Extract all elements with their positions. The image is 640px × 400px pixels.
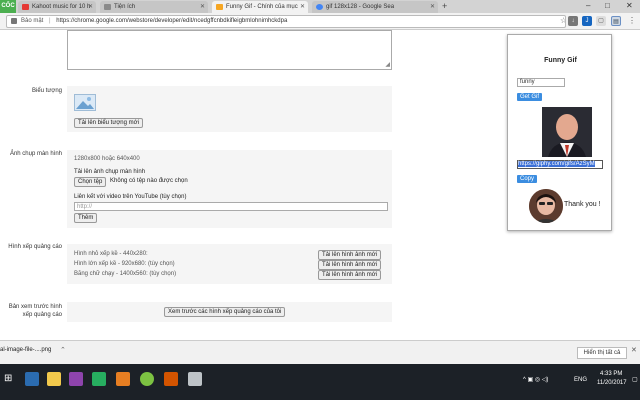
promo-section-label: Hình xếp quảng cáo [8,244,62,250]
star-icon[interactable]: ☆ [560,16,565,26]
promo-small-tile-text: Hình nhỏ xếp kề - 440x280: [74,251,148,257]
no-file-text: Không có tệp nào được chọn [110,178,188,184]
separator: | [49,18,51,24]
close-icon[interactable]: ✕ [430,1,435,13]
puzzle-icon [104,4,111,10]
clock-date[interactable]: 11/20/2017 [597,379,627,387]
image-placeholder-icon [74,94,96,111]
download-bar: al-image-file-....png ⌃ Hiển thị tất cả … [0,340,640,364]
brand-badge: CỐC [0,0,16,13]
tab-label: Kahoot music for 10 h [32,4,91,10]
chevron-up-icon[interactable]: ⌃ [60,346,66,354]
tab-extensions[interactable]: Tiện ích ✕ [100,1,208,13]
tab-label: gif 128x128 - Google Sea [326,4,395,10]
popup-title: Funny Gif [544,57,577,64]
promo-large-tile-text: Hình lớn xếp kề - 920x680: (tùy chọn) [74,261,175,267]
gif-link-text: https://giphy.com/gifs/AzSyM [518,161,595,167]
size-hint: 1280x800 hoặc 640x400 [74,156,140,162]
tab-google-search[interactable]: gif 128x128 - Google Sea ✕ [312,1,438,13]
avatar [529,189,563,223]
notification-icon[interactable]: ▢ [632,376,638,384]
app-icon[interactable] [188,372,202,386]
thank-you-text: Thank you ! [564,201,601,208]
screenshot-section-label: Ảnh chụp màn hình [9,151,62,157]
google-icon [316,4,323,10]
preview-tiles-button[interactable]: Xem trước các hình xếp quảng cáo của tôi [164,307,286,317]
upload-large-tile-button[interactable]: Tải lên hình ảnh mới [318,260,381,270]
close-icon[interactable]: ✕ [200,1,205,13]
maximize-button[interactable]: □ [605,0,610,12]
download-ext-icon[interactable]: ↓ [568,16,578,26]
tab-label: Tiện ích [114,4,136,10]
address-bar[interactable]: Bảo mật | https://chrome.google.com/webs… [6,15,566,28]
chrome-task-icon[interactable] [140,372,154,386]
tab-label: Funny Gif - Chính của mục [226,4,298,10]
tab-funny-gif[interactable]: Funny Gif - Chính của mục ✕ [212,1,308,13]
upload-small-tile-button[interactable]: Tải lên hình ảnh mới [318,250,381,260]
upload-marquee-button[interactable]: Tải lên hình ảnh mới [318,270,381,280]
resize-grip-icon[interactable]: ◢ [385,61,390,68]
browser-task-icon[interactable] [25,372,39,386]
minimize-button[interactable]: – [586,0,590,12]
icon-section-label: Biểu tượng [32,88,62,94]
app-icon[interactable] [116,372,130,386]
person-photo-icon [529,189,563,223]
menu-icon[interactable]: ⋮ [627,16,637,26]
security-label: Bảo mật [21,18,44,24]
url-text: https://chrome.google.com/webstore/devel… [56,18,288,24]
tray-icons[interactable]: ^ ▣ ◎ ◁) [523,376,548,384]
choose-file-button[interactable]: Chọn tệp [74,177,107,187]
windows-start-icon[interactable]: ⊞ [4,372,18,386]
close-icon[interactable]: ✕ [88,1,93,13]
description-textarea[interactable]: ◢ [67,30,392,70]
lock-icon [11,18,17,24]
promo-marquee-text: Băng chữ chạy - 1400x560: (tùy chọn) [74,271,177,277]
taskbar: ⊞ ^ ▣ ◎ ◁) ENG 4:33 PM 11/20/2017 ▢ [0,364,640,400]
webstore-icon [216,4,223,10]
close-icon[interactable]: ✕ [631,346,637,354]
gif-search-input[interactable]: funny [517,78,565,87]
upload-icon-button[interactable]: Tải lên biểu tượng mới [74,118,143,128]
extension-icon[interactable]: J [582,16,592,26]
tab-strip: CỐC Kahoot music for 10 h ✕ Tiện ích ✕ F… [0,0,640,13]
app-icon[interactable] [69,372,83,386]
gif-image-icon [542,107,592,157]
folder-icon[interactable] [47,372,61,386]
close-icon[interactable]: ✕ [300,1,305,13]
funny-gif-extension-icon[interactable]: ▤ [611,16,621,26]
clock-time[interactable]: 4:33 PM [600,370,622,378]
gif-link-field[interactable]: https://giphy.com/gifs/AzSyM [517,160,603,169]
app-icon[interactable] [164,372,178,386]
get-gif-button[interactable]: Get Gif [517,93,543,101]
extension-icon[interactable]: ▢ [596,16,606,26]
show-all-downloads-button[interactable]: Hiển thị tất cả [577,347,627,359]
copy-link-button[interactable]: Copy [517,175,538,183]
tab-kahoot[interactable]: Kahoot music for 10 h ✕ [18,1,96,13]
preview-section-label: Bản xem trước hình xếp quảng cáo [8,304,62,318]
close-window-button[interactable]: ✕ [626,0,633,12]
browser-toolbar: Bảo mật | https://chrome.google.com/webs… [0,13,640,30]
youtube-label: Liên kết với video trên YouTube (tùy chọ… [74,194,187,200]
app-icon[interactable] [92,372,106,386]
image-icon [76,97,94,109]
add-video-button[interactable]: Thêm [74,213,98,223]
upload-screenshot-title: Tải lên ảnh chụp màn hình [74,169,146,175]
download-file-name[interactable]: al-image-file-....png [0,347,51,353]
youtube-url-input[interactable]: http:// [74,202,388,211]
funny-gif-popup: Funny Gif funny Get Gif https://giphy.co… [507,34,612,231]
new-tab-button[interactable]: + [442,0,447,13]
youtube-icon [22,4,29,10]
gif-preview [542,107,592,157]
language-indicator[interactable]: ENG [574,376,587,384]
